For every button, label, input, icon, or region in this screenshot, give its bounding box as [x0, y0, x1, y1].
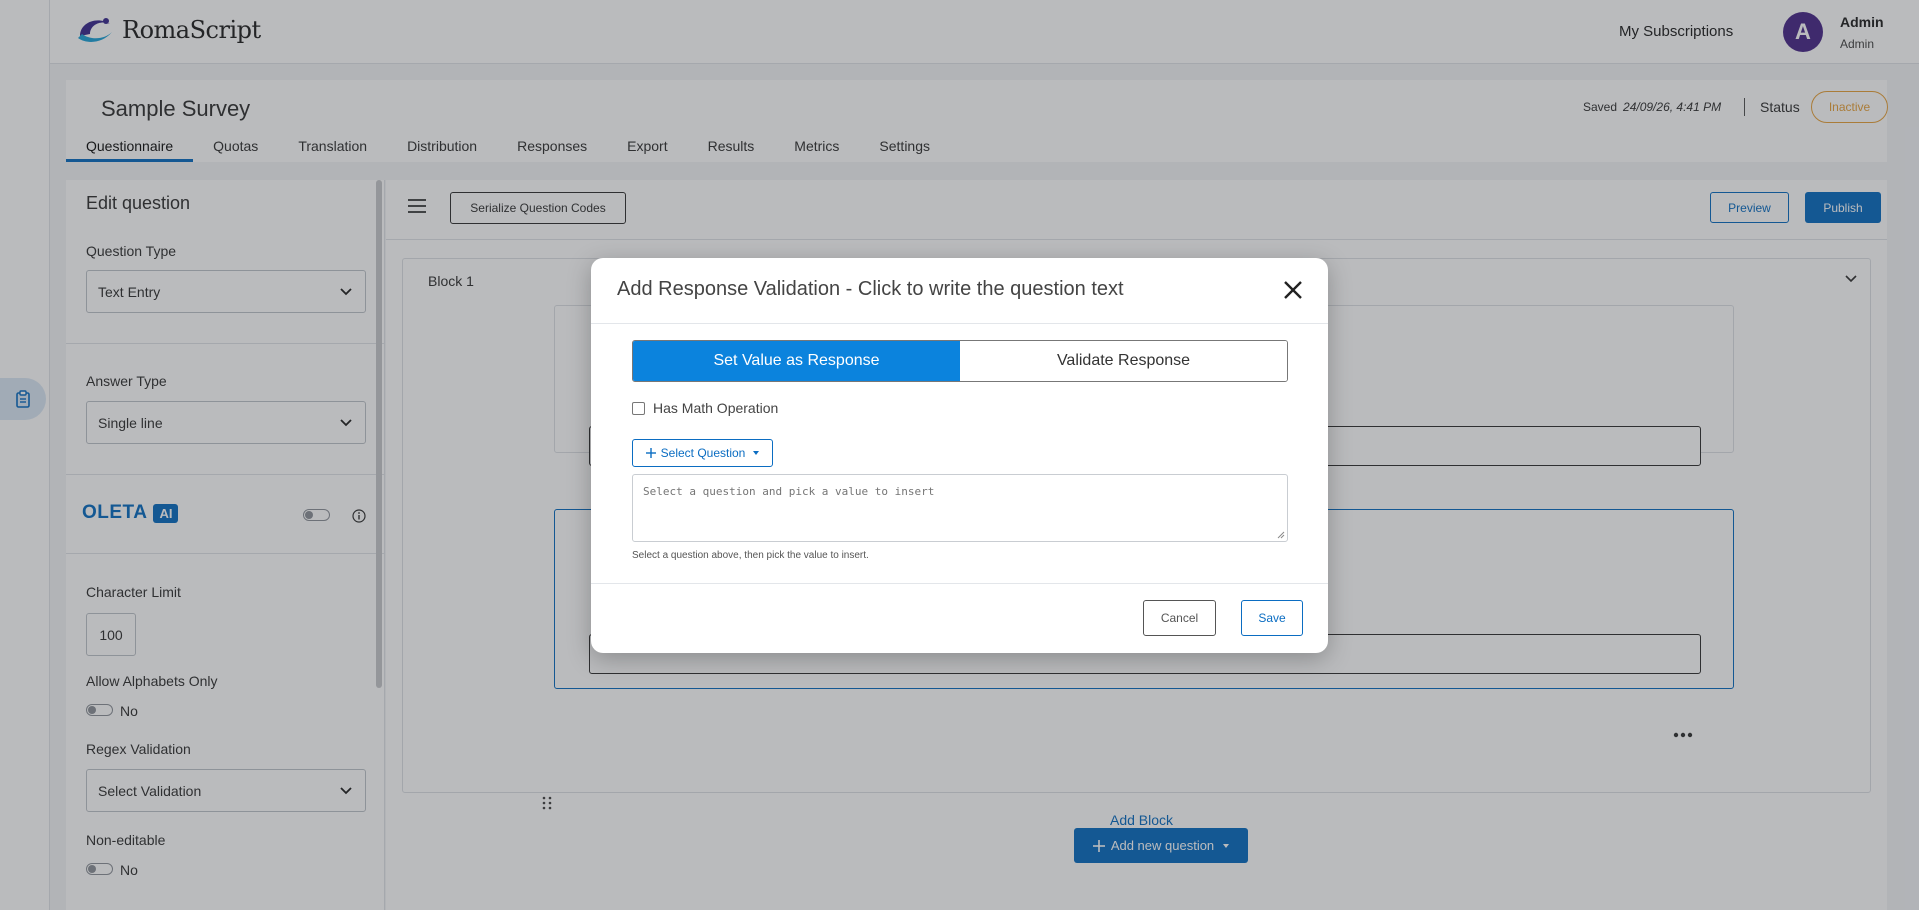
select-question-button[interactable]: Select Question — [632, 439, 773, 467]
caret-down-icon — [753, 451, 760, 455]
value-textarea[interactable] — [632, 474, 1288, 542]
validation-mode-tabs: Set Value as Response Validate Response — [632, 340, 1288, 382]
divider — [591, 583, 1328, 584]
plus-icon — [645, 448, 656, 458]
close-icon[interactable] — [1281, 278, 1305, 302]
tab-validate-response[interactable]: Validate Response — [960, 341, 1287, 381]
save-button[interactable]: Save — [1241, 600, 1303, 636]
cancel-button[interactable]: Cancel — [1143, 600, 1216, 636]
resize-grip-icon[interactable] — [1277, 531, 1285, 539]
select-question-label: Select Question — [660, 446, 746, 460]
has-math-operation-checkbox[interactable] — [632, 401, 645, 415]
tab-set-value-as-response[interactable]: Set Value as Response — [633, 341, 960, 381]
add-response-validation-modal: Add Response Validation - Click to write… — [591, 258, 1328, 653]
divider — [591, 323, 1328, 324]
helper-text: Select a question above, then pick the v… — [632, 550, 869, 561]
has-math-operation-row: Has Math Operation — [632, 400, 778, 416]
modal-title: Add Response Validation - Click to write… — [617, 278, 1124, 300]
has-math-operation-label[interactable]: Has Math Operation — [653, 400, 778, 416]
